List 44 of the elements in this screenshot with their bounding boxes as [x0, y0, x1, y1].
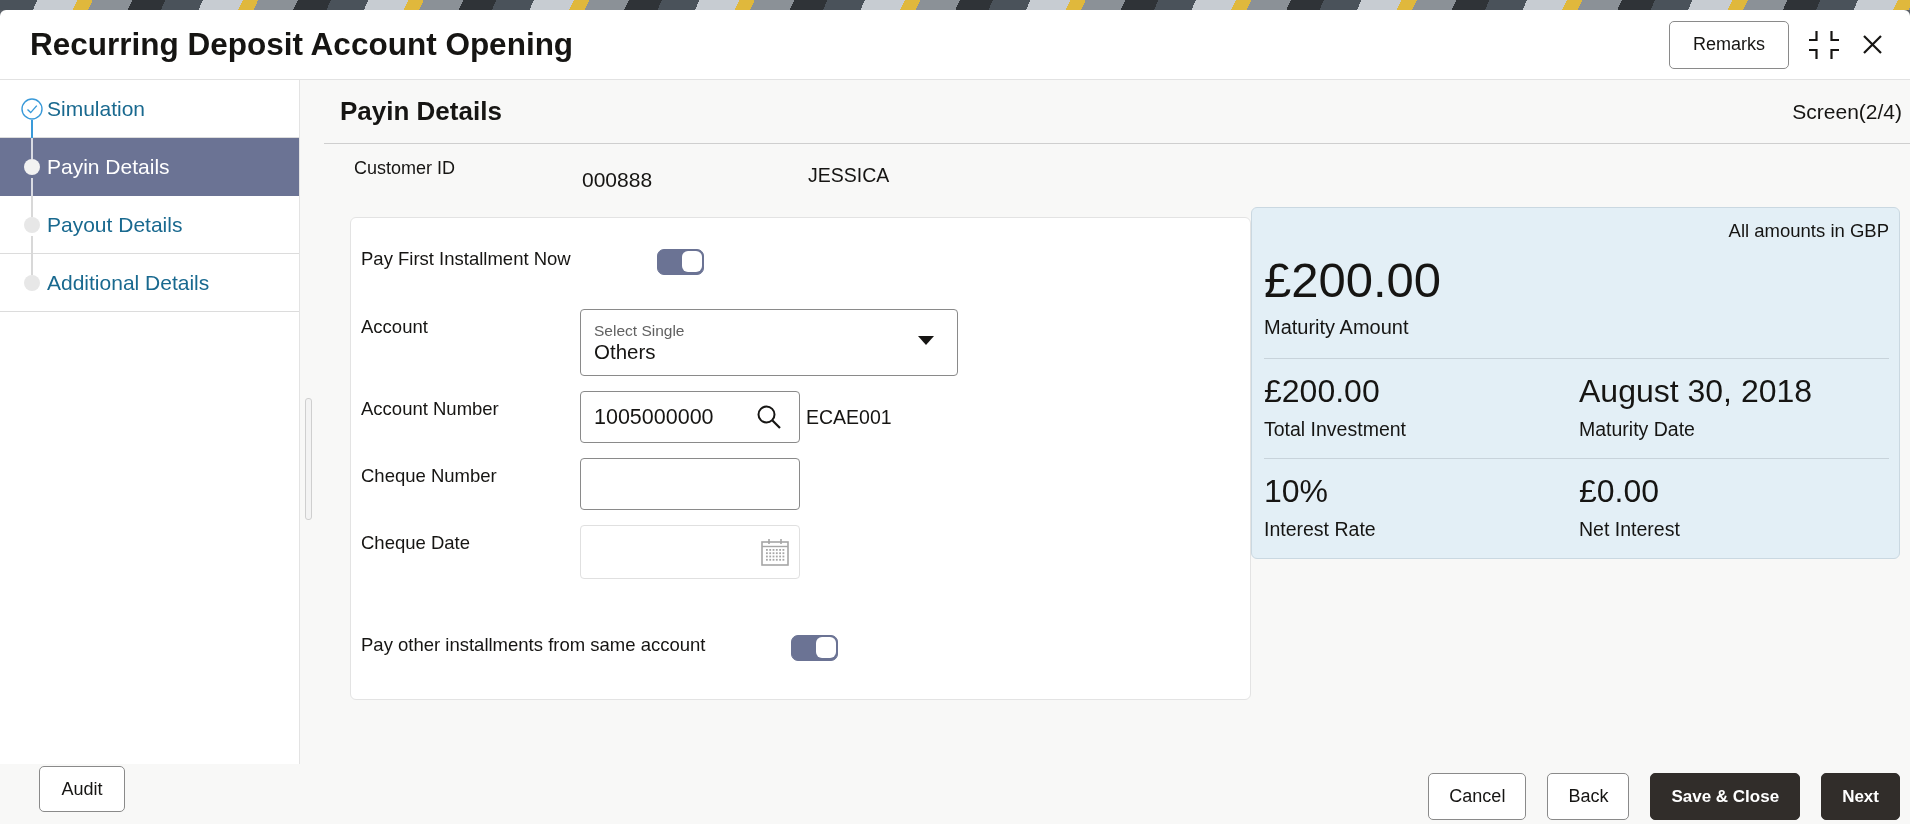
toggle-switch[interactable] — [656, 249, 704, 275]
customer-id-value: 000888 — [582, 168, 653, 192]
metric-value: 10% — [1264, 473, 1330, 509]
metric-label: Total Investment — [1264, 418, 1407, 440]
field-label: Cheque Date — [361, 531, 472, 554]
scrollbar-thumb[interactable] — [305, 398, 312, 520]
footer-button[interactable]: Save & Close — [1650, 773, 1801, 820]
window-title: Recurring Deposit Account Opening — [30, 26, 574, 63]
footer-button[interactable]: Audit — [39, 766, 125, 812]
footer-button[interactable]: Cancel — [1428, 773, 1527, 820]
maturity-amount-value: £200.00 — [1264, 254, 1443, 306]
account-code: ECAE001 — [806, 405, 892, 429]
field-label: Cheque Number — [361, 464, 498, 487]
metric-label: Maturity Date — [1579, 418, 1696, 440]
dropdown-field[interactable]: Select Single Others — [580, 309, 958, 376]
section-heading: Payin Details — [340, 96, 502, 127]
toggle-switch[interactable] — [791, 635, 839, 661]
metric-value: August 30, 2018 — [1579, 373, 1814, 409]
field-label: Pay other installments from same account — [361, 634, 706, 656]
sidebar-step-link[interactable]: Additional Details — [0, 254, 299, 312]
field-label: Account — [361, 315, 429, 338]
sidebar-step-link[interactable]: Payin Details — [0, 138, 299, 196]
search-input-field[interactable]: 1005000000 — [580, 391, 800, 443]
metric-value: £200.00 — [1264, 373, 1381, 409]
customer-id-label: Customer ID — [354, 157, 456, 179]
close-icon[interactable] — [1863, 35, 1882, 54]
caret-icon — [918, 336, 934, 345]
metric-value: £0.00 — [1579, 473, 1661, 509]
sidebar-step-link[interactable]: Payout Details — [0, 196, 299, 254]
customer-name: JESSICA — [808, 163, 890, 187]
floating-label: Select Single — [594, 321, 685, 340]
currency-note: All amounts in GBP — [1727, 220, 1889, 242]
footer-button[interactable]: Back — [1547, 773, 1630, 820]
remarks-button[interactable]: Remarks — [1669, 20, 1789, 69]
input-field[interactable] — [580, 458, 800, 510]
metric-label: Interest Rate — [1264, 518, 1377, 540]
footer-button[interactable]: Next — [1821, 773, 1900, 820]
search-icon[interactable] — [757, 405, 781, 429]
field-label: Pay First Installment Now — [361, 248, 571, 270]
field-label: Account Number — [361, 397, 500, 420]
collapse-icon[interactable] — [1809, 30, 1839, 59]
screen-indicator: Screen(2/4) — [1792, 99, 1902, 124]
metric-label: Maturity Amount — [1264, 316, 1410, 340]
metric-label: Net Interest — [1579, 518, 1681, 540]
